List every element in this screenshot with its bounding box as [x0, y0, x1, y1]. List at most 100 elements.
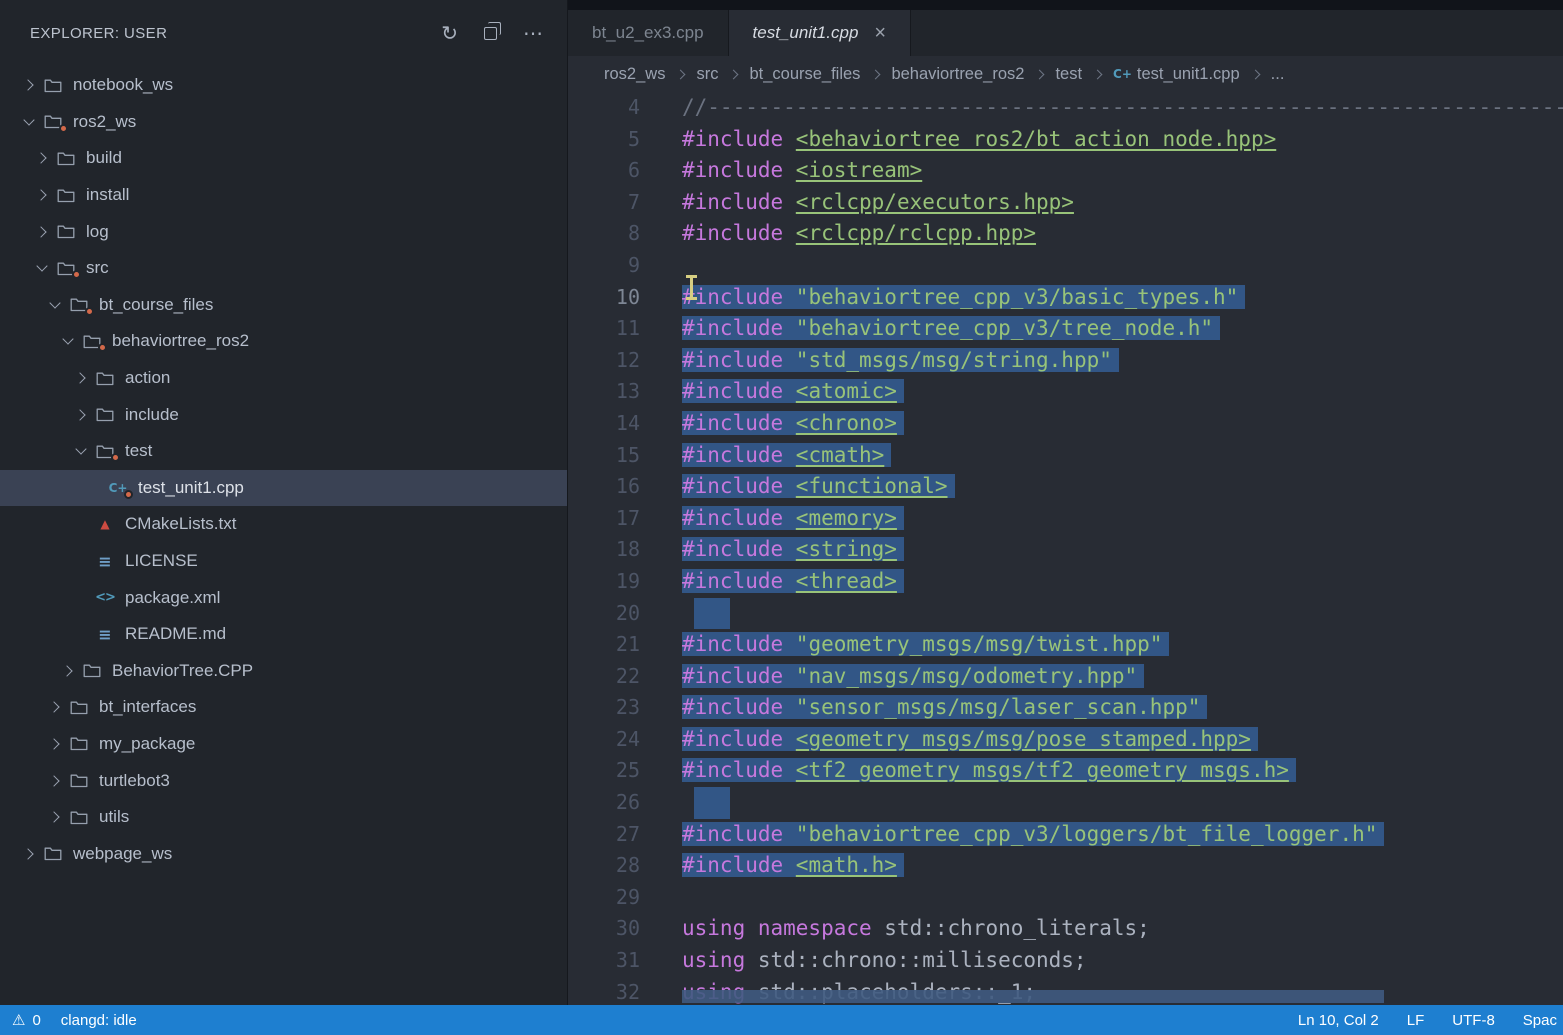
- code-line-22[interactable]: 22#include "nav_msgs/msg/odometry.hpp": [568, 661, 1563, 693]
- problems-indicator[interactable]: ⚠ 0: [12, 1011, 41, 1029]
- code-line-21[interactable]: 21#include "geometry_msgs/msg/twist.hpp": [568, 629, 1563, 661]
- selection-highlight: #include <cmath>: [682, 443, 891, 467]
- code-line-4[interactable]: 4//-------------------------------------…: [568, 92, 1563, 124]
- breadcrumb-item-test_unit1.cpp[interactable]: C+test_unit1.cpp: [1113, 65, 1240, 84]
- line-number: 29: [568, 882, 640, 914]
- tree-item-include[interactable]: include: [0, 396, 567, 433]
- code-line-10[interactable]: 10#include "behaviortree_cpp_v3/basic_ty…: [568, 282, 1563, 314]
- tree-item-package.xml[interactable]: <>package.xml: [0, 579, 567, 616]
- chevron-right-icon: [70, 411, 92, 419]
- tree-item-action[interactable]: action: [0, 360, 567, 397]
- folder-icon: [53, 185, 79, 205]
- code-line-30[interactable]: 30using namespace std::chrono_literals;: [568, 913, 1563, 945]
- line-number: 27: [568, 819, 640, 851]
- tree-item-utils[interactable]: utils: [0, 799, 567, 836]
- breadcrumb-item-src[interactable]: src: [696, 65, 718, 84]
- folder-icon: [53, 148, 79, 168]
- close-icon[interactable]: ×: [874, 22, 886, 45]
- tree-item-README.md[interactable]: ≡ README.md: [0, 616, 567, 653]
- breadcrumb-item-...[interactable]: ...: [1271, 65, 1285, 84]
- code-line-13[interactable]: 13#include <atomic>: [568, 376, 1563, 408]
- tree-item-label: README.md: [125, 624, 226, 644]
- folder-icon: [66, 734, 92, 754]
- code-line-18[interactable]: 18#include <string>: [568, 534, 1563, 566]
- code-line-20[interactable]: 20: [568, 598, 1563, 630]
- breadcrumb-label: src: [696, 65, 718, 84]
- code-token: #include: [682, 221, 796, 245]
- tree-item-notebook_ws[interactable]: notebook_ws: [0, 67, 567, 104]
- line-number: 8: [568, 218, 640, 250]
- code-text: using namespace std::chrono_literals;: [682, 913, 1150, 945]
- tree-item-ros2_ws[interactable]: ros2_ws: [0, 104, 567, 141]
- code-token: <rclcpp/rclcpp.hpp>: [796, 221, 1036, 245]
- file-icon-glyph: <>: [95, 590, 115, 605]
- breadcrumb-item-behaviortree_ros2[interactable]: behaviortree_ros2: [891, 65, 1024, 84]
- tree-item-turtlebot3[interactable]: turtlebot3: [0, 762, 567, 799]
- eol-indicator[interactable]: LF: [1407, 1012, 1425, 1029]
- code-line-5[interactable]: 5#include <behaviortree_ros2/bt_action_n…: [568, 124, 1563, 156]
- tree-item-install[interactable]: install: [0, 177, 567, 214]
- code-text: #include <cmath>: [682, 440, 891, 472]
- breadcrumb-item-test[interactable]: test: [1055, 65, 1082, 84]
- code-line-16[interactable]: 16#include <functional>: [568, 471, 1563, 503]
- tree-item-LICENSE[interactable]: ≡LICENSE: [0, 543, 567, 580]
- refresh-icon[interactable]: ↻: [441, 24, 458, 44]
- clangd-status[interactable]: clangd: idle: [61, 1012, 137, 1029]
- code-line-19[interactable]: 19#include <thread>: [568, 566, 1563, 598]
- collapse-folders-icon[interactable]: [484, 27, 497, 40]
- code-token: using namespace: [682, 916, 884, 940]
- tree-item-my_package[interactable]: my_package: [0, 726, 567, 763]
- file-icon-glyph: ≡: [98, 625, 111, 644]
- line-number: 15: [568, 440, 640, 472]
- line-number: 28: [568, 850, 640, 882]
- code-line-23[interactable]: 23#include "sensor_msgs/msg/laser_scan.h…: [568, 692, 1563, 724]
- more-actions-icon[interactable]: ⋯: [523, 24, 543, 44]
- code-line-27[interactable]: 27#include "behaviortree_cpp_v3/loggers/…: [568, 819, 1563, 851]
- horizontal-scrollbar[interactable]: [682, 990, 1384, 1003]
- tree-item-behaviortree_ros2[interactable]: behaviortree_ros2: [0, 323, 567, 360]
- code-text: //--------------------------------------…: [682, 92, 1563, 124]
- code-line-14[interactable]: 14#include <chrono>: [568, 408, 1563, 440]
- code-line-15[interactable]: 15 #include <cmath>: [568, 440, 1563, 472]
- code-line-31[interactable]: 31using std::chrono::milliseconds;: [568, 945, 1563, 977]
- code-line-9[interactable]: 9: [568, 250, 1563, 282]
- folder-icon: [92, 405, 118, 425]
- tree-item-bt_course_files[interactable]: bt_course_files: [0, 287, 567, 324]
- code-line-25[interactable]: 25#include <tf2_geometry_msgs/tf2_geomet…: [568, 755, 1563, 787]
- breadcrumb-item-bt_course_files[interactable]: bt_course_files: [749, 65, 860, 84]
- code-line-8[interactable]: 8 #include <rclcpp/rclcpp.hpp>: [568, 218, 1563, 250]
- tab-test_unit1.cpp[interactable]: test_unit1.cpp ×: [729, 10, 912, 56]
- code-line-26[interactable]: 26: [568, 787, 1563, 819]
- indentation-indicator[interactable]: Spac: [1523, 1012, 1557, 1029]
- code-line-11[interactable]: 11#include "behaviortree_cpp_v3/tree_nod…: [568, 313, 1563, 345]
- code-line-24[interactable]: 24#include <geometry_msgs/msg/pose_stamp…: [568, 724, 1563, 756]
- tab-label: test_unit1.cpp: [753, 23, 859, 43]
- line-number: 9: [568, 250, 640, 282]
- breadcrumb-item-ros2_ws[interactable]: ros2_ws: [604, 65, 665, 84]
- code-line-6[interactable]: 6#include <iostream>: [568, 155, 1563, 187]
- code-line-12[interactable]: 12#include "std_msgs/msg/string.hpp": [568, 345, 1563, 377]
- code-token: <chrono>: [796, 411, 897, 435]
- tree-item-test_unit1.cpp[interactable]: C+test_unit1.cpp: [0, 470, 567, 507]
- tree-item-webpage_ws[interactable]: webpage_ws: [0, 835, 567, 872]
- code-line-28[interactable]: 28 #include <math.h>: [568, 850, 1563, 882]
- code-token: std::chrono_literals;: [884, 916, 1150, 940]
- md-file-icon: ≡: [92, 624, 118, 644]
- tree-item-build[interactable]: build: [0, 140, 567, 177]
- code-token: <rclcpp/executors.hpp>: [796, 190, 1074, 214]
- code-token: "std_msgs/msg/string.hpp": [796, 348, 1112, 372]
- tree-item-BehaviorTree.CPP[interactable]: BehaviorTree.CPP: [0, 653, 567, 690]
- tab-bt_u2_ex3.cpp[interactable]: bt_u2_ex3.cpp: [568, 10, 729, 56]
- tree-item-log[interactable]: log: [0, 213, 567, 250]
- code-editor[interactable]: 4//-------------------------------------…: [568, 92, 1563, 1005]
- tree-item-CMakeLists.txt[interactable]: ▲CMakeLists.txt: [0, 506, 567, 543]
- tree-item-src[interactable]: src: [0, 250, 567, 287]
- code-line-7[interactable]: 7#include <rclcpp/executors.hpp>: [568, 187, 1563, 219]
- selection-highlight: #include <math.h>: [682, 853, 904, 877]
- tree-item-test[interactable]: test: [0, 433, 567, 470]
- encoding-indicator[interactable]: UTF-8: [1452, 1012, 1495, 1029]
- cursor-position[interactable]: Ln 10, Col 2: [1298, 1012, 1379, 1029]
- tree-item-bt_interfaces[interactable]: bt_interfaces: [0, 689, 567, 726]
- code-line-17[interactable]: 17#include <memory>: [568, 503, 1563, 535]
- code-line-29[interactable]: 29: [568, 882, 1563, 914]
